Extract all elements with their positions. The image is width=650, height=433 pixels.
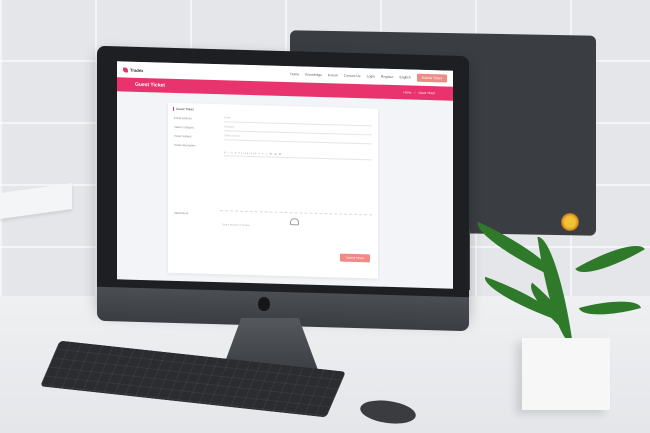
brand-logo[interactable]: Tradex: [123, 66, 144, 73]
brand-name: Tradex: [130, 67, 144, 73]
brand-mark-icon: [123, 66, 128, 73]
form-heading: Guest Ticket: [173, 106, 194, 112]
nav-contact[interactable]: Contact Us: [344, 74, 361, 78]
page-title: Guest Ticket: [135, 81, 165, 89]
description-label: Ticket description: [174, 142, 196, 148]
plant-flower: [561, 212, 579, 232]
cloud-upload-icon: [290, 218, 299, 226]
breadcrumb-home[interactable]: Home: [403, 90, 411, 94]
subject-label: Ticket Subject: [174, 133, 192, 139]
description-editor[interactable]: [224, 156, 372, 214]
upload-hint: Drag & drop file or browse: [222, 223, 250, 228]
category-label: Select Category: [174, 124, 194, 130]
subject-field[interactable]: Ticket Subject: [224, 134, 372, 145]
breadcrumb-current: Guest Ticket: [418, 90, 435, 96]
nav-login[interactable]: Login: [367, 74, 375, 78]
nav-language[interactable]: English: [400, 75, 411, 79]
nav-forum[interactable]: Forum: [328, 73, 338, 77]
plant-pot: [522, 338, 610, 410]
category-select[interactable]: Category: [224, 125, 372, 136]
breadcrumb-separator: /: [414, 90, 416, 95]
submit-ticket-button[interactable]: Submit Ticket: [416, 73, 447, 83]
email-label: Email address: [174, 115, 192, 121]
apple-logo-icon: [258, 297, 270, 311]
nav-register[interactable]: Register: [381, 75, 394, 79]
imac-screen: Tradex Home Knowledge Forum Contact Us L…: [117, 61, 453, 289]
breadcrumb: Home / Guest Ticket: [403, 90, 435, 95]
email-field[interactable]: Email: [224, 116, 372, 127]
main-nav: Home Knowledge Forum Contact Us Login Re…: [290, 70, 447, 83]
nav-knowledge[interactable]: Knowledge: [305, 73, 322, 77]
ticket-form-card: Guest Ticket Email address Email Select …: [168, 102, 378, 279]
send-ticket-button[interactable]: Submit Ticket: [339, 253, 370, 263]
attachment-dropzone[interactable]: Drag & drop file or browse: [220, 210, 372, 238]
attachment-label: Attachment: [174, 210, 189, 216]
nav-home[interactable]: Home: [290, 72, 299, 76]
